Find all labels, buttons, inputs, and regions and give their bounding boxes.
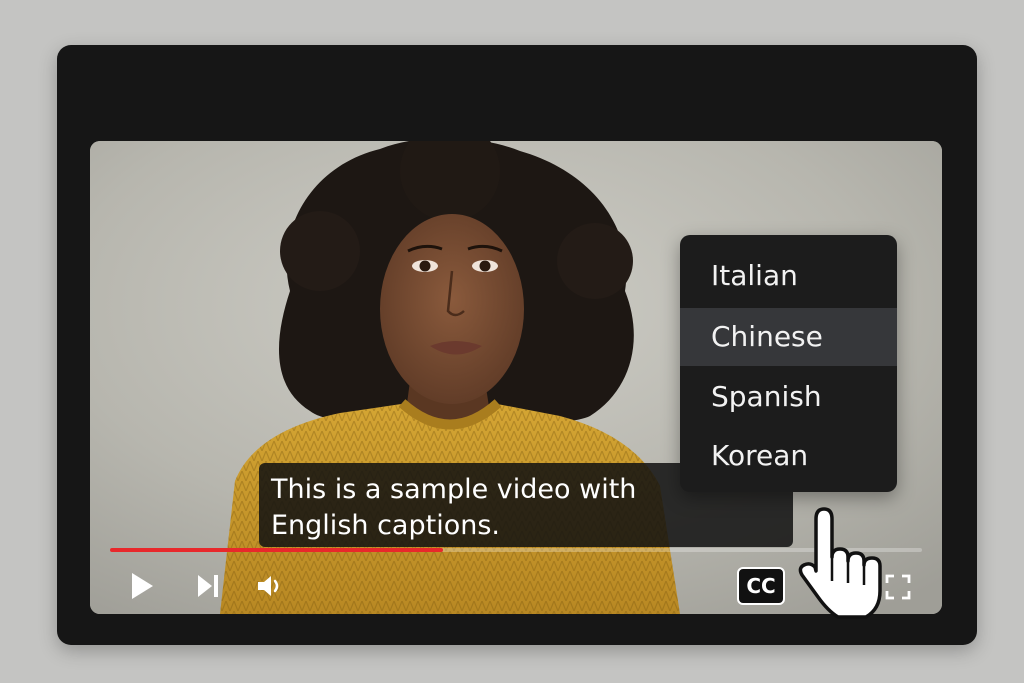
closed-captions-button[interactable]: CC [737, 567, 785, 605]
next-button[interactable] [194, 573, 222, 599]
menu-item-korean[interactable]: Korean [680, 427, 897, 485]
menu-item-chinese[interactable]: Chinese [680, 308, 897, 366]
volume-icon [258, 576, 279, 596]
play-button[interactable] [128, 571, 156, 601]
menu-item-italian[interactable]: Italian [680, 247, 897, 305]
progress-bar-fill [110, 548, 443, 552]
caption-language-menu: Italian Chinese Spanish Korean [680, 235, 897, 492]
caption-line-2: English captions. [271, 510, 500, 541]
play-icon [132, 573, 153, 599]
menu-item-spanish[interactable]: Spanish [680, 368, 897, 426]
skip-next-icon [198, 575, 218, 597]
volume-button[interactable] [256, 573, 286, 599]
hand-pointer-cursor-icon [798, 507, 882, 619]
